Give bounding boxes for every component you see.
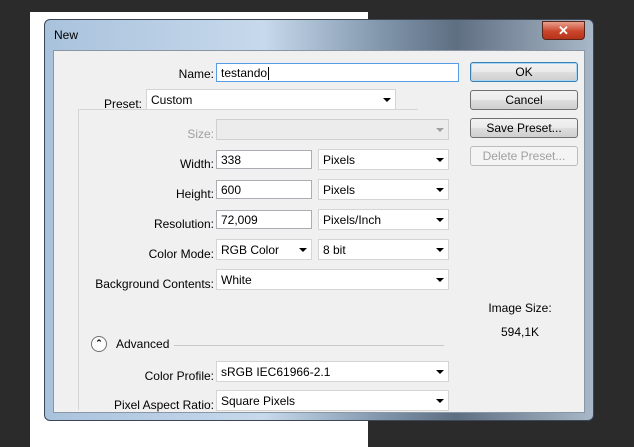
advanced-label: Advanced xyxy=(116,337,170,351)
height-unit-value: Pixels xyxy=(323,183,356,197)
image-size-label: Image Size: xyxy=(488,301,552,315)
text-caret xyxy=(268,67,270,81)
bit-depth-value: 8 bit xyxy=(323,243,346,257)
cancel-button[interactable]: Cancel xyxy=(470,90,578,110)
preset-select-value: Custom xyxy=(151,93,193,107)
resolution-input-value: 72,009 xyxy=(221,213,258,227)
resolution-input[interactable]: 72,009 xyxy=(216,210,312,229)
chevron-down-icon xyxy=(436,399,444,403)
bit-depth-select[interactable]: 8 bit xyxy=(318,239,449,260)
chevron-down-icon xyxy=(436,188,444,192)
pixel-aspect-ratio-value: Square Pixels xyxy=(221,394,296,408)
pixel-aspect-ratio-select[interactable]: Square Pixels xyxy=(216,390,449,411)
width-input-value: 338 xyxy=(221,153,242,167)
color-profile-select[interactable]: sRGB IEC61966-2.1 xyxy=(216,361,449,382)
dialog-title: New xyxy=(54,28,79,42)
resolution-unit-value: Pixels/Inch xyxy=(323,213,382,227)
color-profile-value: sRGB IEC61966-2.1 xyxy=(221,365,331,379)
width-input[interactable]: 338 xyxy=(216,150,312,169)
height-input-value: 600 xyxy=(221,183,242,197)
chevron-down-icon xyxy=(436,158,444,162)
advanced-divider xyxy=(174,345,444,346)
close-button[interactable]: ✕ xyxy=(542,21,585,40)
preset-label: Preset: xyxy=(103,97,142,111)
resolution-unit-select[interactable]: Pixels/Inch xyxy=(318,209,449,230)
name-input-value: testando xyxy=(221,66,268,80)
height-input[interactable]: 600 xyxy=(216,180,312,199)
dialog-client-area: Name: testando Preset: Custom Size: Widt… xyxy=(53,50,585,413)
chevron-down-icon xyxy=(436,370,444,374)
color-mode-select[interactable]: RGB Color xyxy=(216,239,312,260)
resolution-label: Resolution: xyxy=(153,217,214,231)
save-preset-button[interactable]: Save Preset... xyxy=(470,118,578,138)
color-mode-label: Color Mode: xyxy=(148,247,214,261)
advanced-toggle-button[interactable]: ⌃ xyxy=(91,336,107,352)
image-size-value: 594,1K xyxy=(500,325,540,339)
background-contents-select[interactable]: White xyxy=(216,269,449,290)
ok-button[interactable]: OK xyxy=(470,62,578,82)
size-select[interactable] xyxy=(216,119,449,140)
chevron-down-icon xyxy=(299,248,307,252)
titlebar: New ✕ xyxy=(45,20,593,50)
chevron-down-icon xyxy=(436,128,444,132)
name-input[interactable]: testando xyxy=(216,63,459,82)
chevron-up-icon: ⌃ xyxy=(95,338,103,348)
size-label: Size: xyxy=(187,127,214,141)
chevron-down-icon xyxy=(436,278,444,282)
chevron-down-icon xyxy=(436,248,444,252)
width-unit-value: Pixels xyxy=(323,153,356,167)
height-label: Height: xyxy=(175,187,214,201)
close-icon: ✕ xyxy=(558,23,569,38)
preset-select[interactable]: Custom xyxy=(146,89,396,110)
chevron-down-icon xyxy=(436,218,444,222)
name-label: Name: xyxy=(178,67,214,81)
color-profile-label: Color Profile: xyxy=(144,369,214,383)
background-contents-value: White xyxy=(221,273,252,287)
pixel-aspect-ratio-label: Pixel Aspect Ratio: xyxy=(113,398,214,412)
width-label: Width: xyxy=(179,157,214,171)
color-mode-value: RGB Color xyxy=(221,243,280,257)
background-contents-label: Background Contents: xyxy=(95,277,214,291)
width-unit-select[interactable]: Pixels xyxy=(318,149,449,170)
chevron-down-icon xyxy=(383,98,391,102)
new-document-dialog: New ✕ Name: testando Preset: Custom Size… xyxy=(44,19,594,421)
delete-preset-button[interactable]: Delete Preset... xyxy=(470,146,578,166)
height-unit-select[interactable]: Pixels xyxy=(318,179,449,200)
